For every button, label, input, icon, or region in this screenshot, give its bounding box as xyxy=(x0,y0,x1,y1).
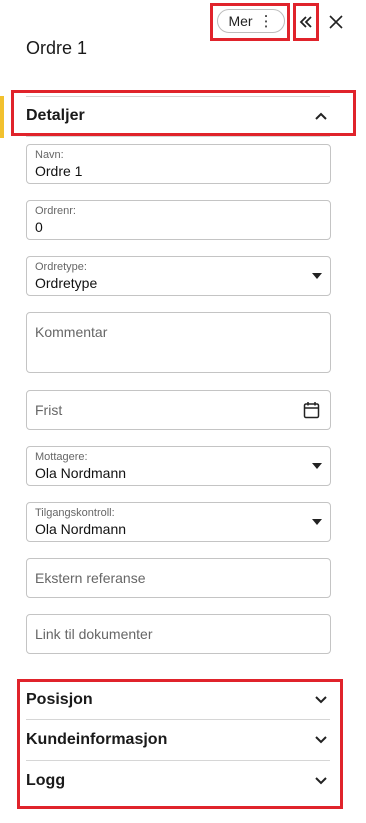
frist-date-field[interactable]: Frist xyxy=(26,390,331,430)
ekstern-referanse-placeholder: Ekstern referanse xyxy=(35,570,146,586)
ordrenr-label: Ordrenr: xyxy=(35,205,76,217)
active-section-indicator xyxy=(0,96,4,138)
link-dokumenter-placeholder: Link til dokumenter xyxy=(35,626,153,642)
kommentar-placeholder: Kommentar xyxy=(35,324,108,340)
ordrenr-field[interactable]: Ordrenr: 0 xyxy=(26,200,331,240)
collapse-panel-button[interactable] xyxy=(296,10,316,34)
section-label-detaljer: Detaljer xyxy=(26,107,85,124)
navn-field[interactable]: Navn: Ordre 1 xyxy=(26,144,331,184)
section-label-logg: Logg xyxy=(26,772,66,789)
section-header-logg[interactable]: Logg xyxy=(26,761,330,801)
section-header-kundeinformasjon[interactable]: Kundeinformasjon xyxy=(26,720,330,760)
navn-value: Ordre 1 xyxy=(35,163,83,179)
vertical-dots-icon: ⋮ xyxy=(258,12,274,30)
page-title: Ordre 1 xyxy=(26,38,88,58)
caret-down-icon xyxy=(312,463,322,469)
chevron-down-icon xyxy=(312,772,330,790)
close-icon xyxy=(329,15,343,29)
divider xyxy=(26,136,330,137)
caret-down-icon xyxy=(312,519,322,525)
section-header-detaljer[interactable]: Detaljer xyxy=(26,96,330,136)
mottagere-label: Mottagere: xyxy=(35,451,88,463)
navn-label: Navn: xyxy=(35,149,64,161)
tilgangskontroll-select[interactable]: Tilgangskontroll: Ola Nordmann xyxy=(26,502,331,542)
ordretype-select[interactable]: Ordretype: Ordretype xyxy=(26,256,331,296)
close-button[interactable] xyxy=(324,10,348,34)
tilgangskontroll-label: Tilgangskontroll: xyxy=(35,507,115,519)
link-dokumenter-field[interactable]: Link til dokumenter xyxy=(26,614,331,654)
ordretype-value: Ordretype xyxy=(35,275,98,291)
mottagere-value: Ola Nordmann xyxy=(35,465,127,481)
ekstern-referanse-field[interactable]: Ekstern referanse xyxy=(26,558,331,598)
chevron-down-icon xyxy=(312,731,330,749)
more-button[interactable]: Mer ⋮ xyxy=(217,9,285,33)
caret-down-icon xyxy=(312,273,322,279)
mottagere-select[interactable]: Mottagere: Ola Nordmann xyxy=(26,446,331,486)
double-chevron-left-icon xyxy=(299,16,312,28)
section-label-kundeinformasjon: Kundeinformasjon xyxy=(26,731,168,748)
tilgangskontroll-value: Ola Nordmann xyxy=(35,521,127,537)
more-label: Mer xyxy=(228,13,253,29)
chevron-up-icon xyxy=(312,107,330,125)
frist-placeholder: Frist xyxy=(35,402,63,418)
section-label-posisjon: Posisjon xyxy=(26,691,93,708)
ordretype-label: Ordretype: xyxy=(35,261,87,273)
kommentar-textarea[interactable]: Kommentar xyxy=(26,312,331,373)
chevron-down-icon xyxy=(312,691,330,709)
calendar-icon[interactable] xyxy=(303,401,320,419)
section-header-posisjon[interactable]: Posisjon xyxy=(26,680,330,720)
ordrenr-value: 0 xyxy=(35,219,43,235)
